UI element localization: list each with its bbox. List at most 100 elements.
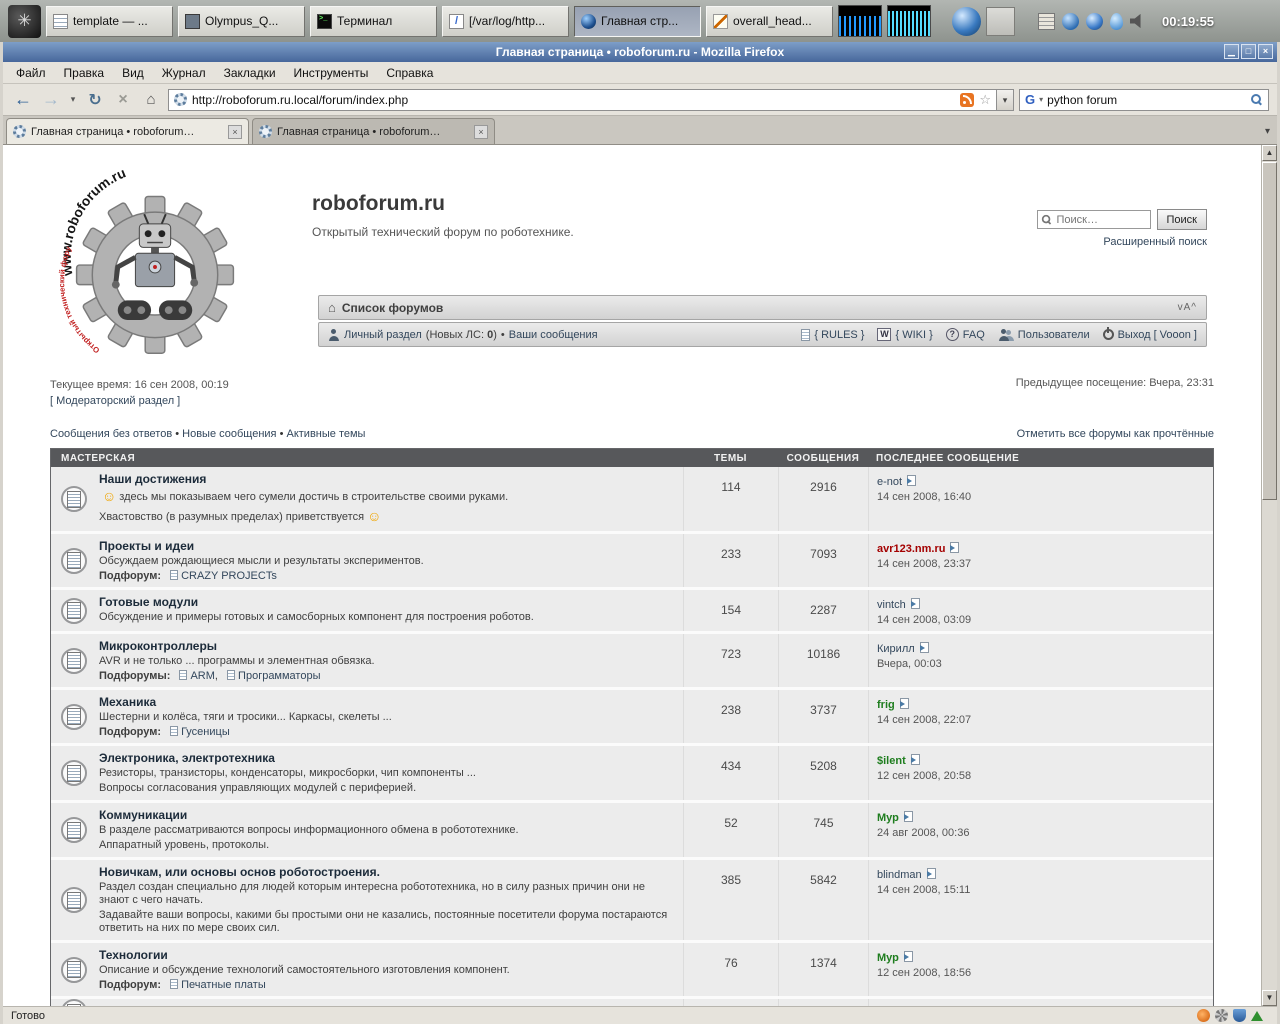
goto-last-post-icon[interactable] — [911, 598, 920, 609]
last-post-user[interactable]: vintch — [877, 599, 906, 611]
scrollbar-thumb[interactable] — [1262, 162, 1277, 500]
forum-search-button[interactable]: Поиск — [1157, 209, 1207, 230]
mark-forums-read-link[interactable]: Отметить все форумы как прочтённые — [1017, 428, 1214, 440]
quick-link[interactable]: Новые сообщения — [182, 428, 276, 440]
forum-link[interactable]: Проекты и идеи — [99, 539, 675, 553]
font-size-control[interactable]: vA^ — [1178, 302, 1197, 313]
green-arrow-icon[interactable] — [1251, 1011, 1263, 1021]
tab[interactable]: Главная страница • roboforum…× — [252, 118, 495, 144]
last-post-user[interactable]: Кирилл — [877, 643, 915, 655]
google-engine-icon[interactable]: G — [1025, 92, 1035, 107]
search-magnifier-icon[interactable] — [1250, 93, 1263, 106]
forum-link[interactable]: Микроконтроллеры — [99, 639, 675, 653]
forum-link[interactable]: Коммуникации — [99, 808, 675, 822]
tab-list-chevron-icon[interactable]: ▾ — [1265, 126, 1270, 137]
subforum-link[interactable]: CRAZY PROJECTs — [181, 570, 277, 582]
volume-icon[interactable] — [1130, 13, 1147, 30]
scroll-down-icon[interactable]: ▼ — [1262, 990, 1277, 1006]
board-index-link[interactable]: Список форумов — [342, 301, 443, 315]
stop-button[interactable]: × — [111, 91, 135, 109]
taskbar-button[interactable] — [986, 7, 1015, 36]
url-input[interactable] — [192, 93, 955, 107]
forum-link[interactable]: Технологии — [99, 948, 675, 962]
taskbar-window-button[interactable]: template — ... — [46, 6, 173, 37]
moderator-section-link[interactable]: [ Модераторский раздел ] — [50, 395, 180, 407]
taskbar-window-button[interactable]: Терминал — [310, 6, 437, 37]
blue-sphere-icon[interactable] — [952, 7, 981, 36]
forum-link[interactable]: Электроника, электротехника — [99, 751, 675, 765]
subforum-link[interactable]: Печатные платы — [181, 979, 266, 991]
menu-item-4[interactable]: Закладки — [215, 64, 285, 82]
goto-last-post-icon[interactable] — [950, 542, 959, 553]
subforum-link[interactable]: ARM — [190, 670, 214, 682]
taskbar-window-button[interactable]: Главная стр... — [574, 6, 701, 37]
rss-feed-icon[interactable] — [960, 93, 974, 107]
fox-icon[interactable] — [1197, 1009, 1210, 1022]
forward-button[interactable]: → — [39, 89, 63, 110]
menu-item-6[interactable]: Справка — [377, 64, 442, 82]
forum-search-input[interactable] — [1037, 210, 1151, 229]
last-post-user[interactable]: blindman — [877, 869, 922, 881]
rules-link[interactable]: { RULES } — [801, 329, 864, 341]
taskbar-window-button[interactable]: Olympus_Q... — [178, 6, 305, 37]
back-button[interactable]: ← — [11, 89, 35, 110]
globe-icon[interactable] — [1062, 13, 1079, 30]
forum-link[interactable]: Механика — [99, 695, 675, 709]
web-search-bar[interactable]: G ▾ — [1019, 89, 1269, 111]
logout-link[interactable]: Выход [ Vooon ] — [1103, 329, 1197, 341]
taskbar-window-button[interactable]: overall_head... — [706, 6, 833, 37]
goto-last-post-icon[interactable] — [900, 698, 909, 709]
menu-item-5[interactable]: Инструменты — [285, 64, 378, 82]
urlbar[interactable]: ☆ — [168, 89, 997, 111]
window-titlebar[interactable]: Главная страница • roboforum.ru - Mozill… — [3, 42, 1277, 62]
goto-last-post-icon[interactable] — [927, 868, 936, 879]
url-history-dropdown[interactable]: ▾ — [997, 89, 1014, 111]
menu-item-3[interactable]: Журнал — [153, 64, 215, 82]
category-link[interactable]: МАСТЕРСКАЯ — [51, 453, 683, 464]
gear-status-icon[interactable] — [1215, 1009, 1228, 1022]
personal-section-link[interactable]: Личный раздел — [344, 329, 422, 341]
last-post-user[interactable]: Мур — [877, 812, 899, 824]
menu-item-1[interactable]: Правка — [55, 64, 114, 82]
goto-last-post-icon[interactable] — [920, 642, 929, 653]
last-post-user[interactable]: frig — [877, 699, 895, 711]
droplet-icon[interactable] — [1110, 13, 1123, 30]
last-post-user[interactable]: e-not — [877, 476, 902, 488]
forum-link[interactable]: Наши достижения — [99, 472, 675, 486]
reload-button[interactable]: ↻ — [83, 90, 107, 110]
last-post-user[interactable]: $ilent — [877, 755, 906, 767]
tab-close-icon[interactable]: × — [228, 125, 242, 139]
scroll-up-icon[interactable]: ▲ — [1262, 145, 1277, 161]
subforum-link[interactable]: Гусеницы — [181, 726, 230, 738]
clipboard-icon[interactable] — [1038, 13, 1055, 30]
quick-link[interactable]: Активные темы — [286, 428, 365, 440]
site-logo[interactable]: www.roboforum.ru Открытый технический фо… — [57, 165, 253, 371]
desktop-menu-icon[interactable]: ✳ — [8, 5, 41, 38]
forum-link[interactable]: Новичкам, или основы основ роботостроени… — [99, 865, 675, 879]
vertical-scrollbar[interactable]: ▲ ▼ — [1261, 145, 1277, 1006]
menu-item-0[interactable]: Файл — [7, 64, 55, 82]
tab-close-icon[interactable]: × — [474, 125, 488, 139]
last-post-user[interactable]: Мур — [877, 952, 899, 964]
wiki-link[interactable]: W{ WIKI } — [877, 328, 932, 341]
forum-link[interactable]: Готовые модули — [99, 595, 675, 609]
last-post-user[interactable]: avr123.nm.ru — [877, 543, 945, 555]
bookmark-star-icon[interactable]: ☆ — [979, 92, 991, 108]
goto-last-post-icon[interactable] — [907, 475, 916, 486]
menu-item-2[interactable]: Вид — [113, 64, 153, 82]
minimize-button[interactable]: ▁ — [1224, 44, 1239, 59]
quick-link[interactable]: Сообщения без ответов — [50, 428, 172, 440]
goto-last-post-icon[interactable] — [911, 754, 920, 765]
faq-link[interactable]: ?FAQ — [946, 328, 985, 341]
tab[interactable]: Главная страница • roboforum…× — [6, 118, 249, 144]
home-button[interactable]: ⌂ — [139, 91, 163, 108]
network-globe-icon[interactable] — [1086, 13, 1103, 30]
nav-dropdown[interactable]: ▾ — [67, 94, 79, 105]
engine-dropdown-icon[interactable]: ▾ — [1039, 95, 1043, 104]
close-button[interactable]: × — [1258, 44, 1273, 59]
goto-last-post-icon[interactable] — [904, 811, 913, 822]
advanced-search-link[interactable]: Расширенный поиск — [1017, 236, 1207, 248]
subforum-link[interactable]: Программаторы — [238, 670, 320, 682]
members-link[interactable]: Пользователи — [998, 329, 1090, 341]
web-search-input[interactable] — [1047, 93, 1246, 107]
